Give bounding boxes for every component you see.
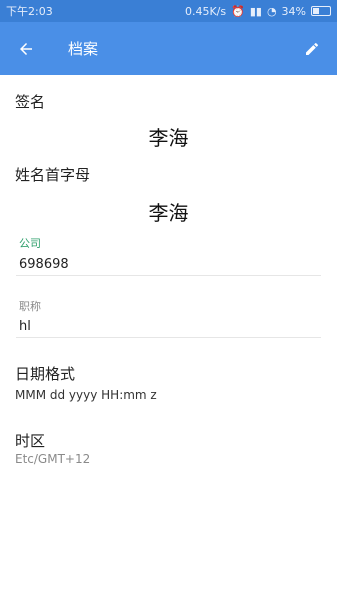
job-title-underline (16, 337, 321, 338)
app-bar: 档案 (0, 22, 337, 75)
company-underline (16, 275, 321, 276)
signature-label: 签名 (15, 93, 46, 111)
back-button[interactable] (0, 22, 52, 75)
alarm-icon: ⏰ (231, 4, 245, 18)
job-title-label: 职称 (19, 300, 41, 313)
status-bar: 下午2:03 0.45K/s ⏰ ▮▮ ◔ 34% (0, 0, 337, 22)
status-icons: 0.45K/s ⏰ ▮▮ ◔ 34% (185, 5, 331, 18)
initials-value[interactable]: 李海 (0, 197, 337, 226)
date-format-label: 日期格式 (15, 365, 76, 383)
network-speed: 0.45K/s (184, 4, 227, 18)
battery-percent: 34% (281, 4, 306, 18)
battery-icon (311, 6, 331, 16)
initials-label: 姓名首字母 (15, 166, 91, 184)
arrow-back-icon (20, 42, 32, 55)
company-field[interactable]: 698698 (19, 257, 69, 272)
timezone-label: 时区 (15, 432, 46, 450)
status-time: 下午2:03 (6, 5, 53, 18)
edit-button[interactable] (295, 32, 329, 66)
page-title: 档案 (68, 40, 99, 58)
signature-value[interactable]: 李海 (0, 122, 337, 151)
job-title-field[interactable]: hl (19, 319, 31, 334)
signal-icon: ▮▮ (249, 4, 262, 18)
timezone-value[interactable]: Etc/GMT+12 (15, 452, 90, 466)
wifi-icon: ◔ (266, 4, 277, 18)
date-format-value[interactable]: MMM dd yyyy HH:mm z (15, 388, 157, 402)
company-label: 公司 (19, 237, 41, 250)
pencil-icon (306, 42, 319, 55)
